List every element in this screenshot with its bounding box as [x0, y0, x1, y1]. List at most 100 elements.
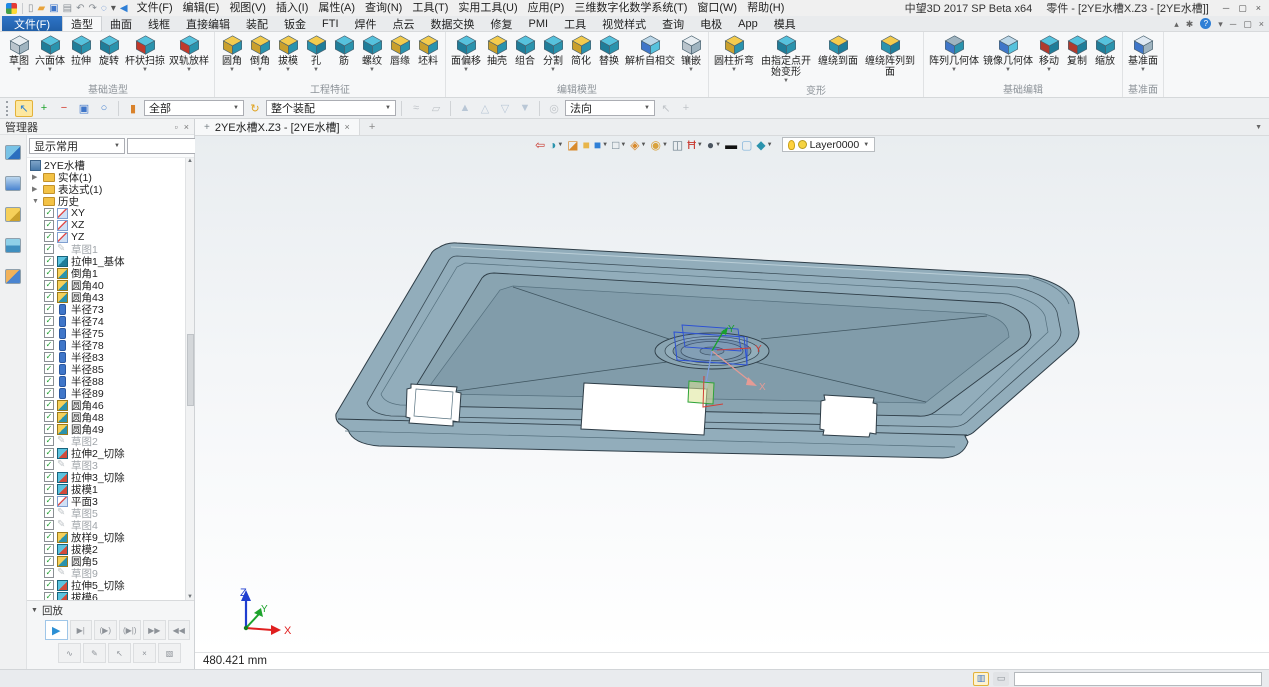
ribbon-tab[interactable]: 曲面 — [102, 16, 140, 31]
menu-item[interactable]: 工具(T) — [407, 0, 453, 16]
probe-icon[interactable]: + — [677, 100, 695, 117]
pick-box-icon[interactable]: ▱ — [427, 100, 445, 117]
tree-folder[interactable]: ▼历史 — [27, 195, 185, 207]
tree-item[interactable]: ✓圆角5 — [27, 555, 185, 567]
chamfer-button[interactable]: 倒角▼ — [246, 33, 274, 74]
render-mode-icon[interactable]: ◑▼ — [549, 138, 563, 152]
edit-feature-button[interactable]: ✎ — [83, 643, 106, 663]
checkbox-icon[interactable]: ✓ — [44, 340, 54, 350]
pick-chain-icon[interactable]: ≈ — [407, 100, 425, 117]
thread-button[interactable]: 螺纹▼ — [358, 33, 386, 74]
face-offset-button[interactable]: 面偏移▼ — [449, 33, 483, 74]
tree-item[interactable]: ✓半径89 — [27, 387, 185, 399]
fast-forward-button[interactable]: ▶▶ — [143, 620, 166, 640]
replace-button[interactable]: 替换 — [595, 33, 623, 74]
rib-button[interactable]: 筋 — [330, 33, 358, 74]
settings-icon[interactable]: ✱ — [1186, 17, 1194, 31]
doc-restore-button[interactable]: ▢ — [1243, 17, 1252, 31]
checkbox-icon[interactable]: ✓ — [44, 592, 54, 600]
add-selection-icon[interactable]: + — [35, 100, 53, 117]
tab-pin-icon[interactable]: + — [204, 122, 210, 133]
tree-item[interactable]: ✓半径83 — [27, 351, 185, 363]
menu-item[interactable]: 帮助(H) — [742, 0, 789, 16]
doc-minimize-button[interactable]: ─ — [1230, 17, 1236, 31]
checkbox-icon[interactable]: ✓ — [44, 292, 54, 302]
wrap-pattern-to-face-button[interactable]: 缠绕阵列到面 — [860, 33, 920, 85]
new-tab-button[interactable]: + — [360, 121, 384, 133]
ribbon-tab[interactable]: App — [730, 16, 766, 31]
tree-item[interactable]: ✓圆角49 — [27, 423, 185, 435]
close-button[interactable]: × — [1256, 1, 1261, 15]
tree-item[interactable]: ✓拉伸2_切除 — [27, 447, 185, 459]
checkbox-icon[interactable]: ✓ — [44, 256, 54, 266]
inlay-button[interactable]: 镶嵌▼ — [677, 33, 705, 74]
tree-folder[interactable]: ▶实体(1) — [27, 171, 185, 183]
checkbox-icon[interactable]: ✓ — [44, 388, 54, 398]
ribbon-tab[interactable]: 模具 — [766, 16, 804, 31]
document-tab[interactable]: + 2YE水槽X.Z3 - [2YE水槽] × — [195, 119, 360, 135]
undo-icon[interactable]: ↶ — [76, 3, 84, 14]
deform-from-point-button[interactable]: 由指定点开始变形▼ — [756, 33, 816, 85]
tree-item[interactable]: ✓YZ — [27, 231, 185, 243]
panel-close-icon[interactable]: × — [184, 122, 189, 132]
doc-close-button[interactable]: × — [1259, 17, 1264, 31]
open-file-icon[interactable]: ▰ — [38, 3, 46, 14]
file-menu-tab[interactable]: 文件(F) — [2, 16, 62, 31]
checkbox-icon[interactable]: ✓ — [44, 460, 54, 470]
checkbox-icon[interactable]: ✓ — [44, 448, 54, 458]
snapshot-button[interactable]: ▧ — [158, 643, 181, 663]
active-layer-color-icon[interactable] — [798, 140, 807, 149]
manager-tab-visual[interactable] — [5, 238, 21, 253]
view-wheel-icon[interactable]: ◈▼ — [630, 138, 646, 152]
checkbox-icon[interactable]: ✓ — [44, 472, 54, 482]
shade-gold-icon[interactable]: ■ — [583, 138, 590, 152]
orient-combo[interactable]: 法向▼ — [565, 100, 655, 116]
checkbox-icon[interactable]: ✓ — [44, 232, 54, 242]
rewind-button[interactable]: ◀◀ — [168, 620, 191, 640]
tree-item[interactable]: ✓圆角43 — [27, 291, 185, 303]
lip-button[interactable]: 唇缘 — [386, 33, 414, 74]
entity-filter-combo[interactable]: 全部▼ — [144, 100, 244, 116]
viewport[interactable]: ⇦◑▼◪■■▼□▼◈▼◉▼◫Ħ▼●▼▬▢◆▼Layer0000▼ — [195, 136, 1269, 652]
step-forward-button[interactable]: ▶| — [70, 620, 93, 640]
datum-plane-button[interactable]: 基准面▼ — [1126, 33, 1160, 74]
play-button[interactable]: ▶ — [45, 620, 68, 640]
maximize-button[interactable]: ▢ — [1238, 1, 1247, 15]
pattern-geometry-button[interactable]: 阵列几何体▼ — [927, 33, 981, 74]
background-icon[interactable]: ▢ — [741, 138, 752, 152]
tree-item[interactable]: ✓半径85 — [27, 363, 185, 375]
sort-top-icon[interactable]: ▲ — [456, 100, 474, 117]
ribbon-tab[interactable]: PMI — [521, 16, 557, 31]
surface-display-icon[interactable]: ◆▼ — [756, 138, 772, 152]
checkbox-icon[interactable]: ✓ — [44, 520, 54, 530]
window-select-icon[interactable]: ▣ — [75, 100, 93, 117]
menu-item[interactable]: 实用工具(U) — [453, 0, 522, 16]
scroll-up-icon[interactable]: ▲ — [187, 158, 193, 164]
checkbox-icon[interactable]: ✓ — [44, 208, 54, 218]
manager-tab-assembly[interactable] — [5, 176, 21, 191]
checkbox-icon[interactable]: ✓ — [44, 412, 54, 422]
pick-style-icon[interactable]: ◌ — [101, 3, 107, 14]
checkbox-icon[interactable]: ✓ — [44, 544, 54, 554]
cylindrical-bend-button[interactable]: 圆柱折弯▼ — [712, 33, 756, 74]
dual-rail-loft-button[interactable]: 双轨放样▼ — [167, 33, 211, 74]
menu-item[interactable]: 文件(F) — [132, 0, 178, 16]
tree-item[interactable]: ✓✎草图5 — [27, 507, 185, 519]
checkbox-icon[interactable]: ✓ — [44, 220, 54, 230]
ribbon-tab[interactable]: 修复 — [483, 16, 521, 31]
ribbon-tab[interactable]: 数据交换 — [423, 16, 483, 31]
checkbox-icon[interactable]: ✓ — [44, 556, 54, 566]
remove-selection-icon[interactable]: − — [55, 100, 73, 117]
tree-scrollbar[interactable]: ▲ ▼ — [185, 158, 194, 600]
ribbon-tab[interactable]: 点云 — [385, 16, 423, 31]
toolbar-drag-handle[interactable] — [6, 101, 10, 116]
selection-filter-icon[interactable]: ▮ — [124, 100, 142, 117]
block-button[interactable]: 六面体▼ — [33, 33, 67, 74]
menu-item[interactable]: 查询(N) — [360, 0, 407, 16]
ribbon-tab[interactable]: 工具 — [556, 16, 594, 31]
checkbox-icon[interactable]: ✓ — [44, 580, 54, 590]
tree-filter-combo[interactable]: 显示常用 ▼ — [29, 138, 125, 154]
menu-item[interactable]: 插入(I) — [271, 0, 313, 16]
ribbon-tab[interactable]: 直接编辑 — [178, 16, 238, 31]
tree-item[interactable]: ✓拉伸3_切除 — [27, 471, 185, 483]
